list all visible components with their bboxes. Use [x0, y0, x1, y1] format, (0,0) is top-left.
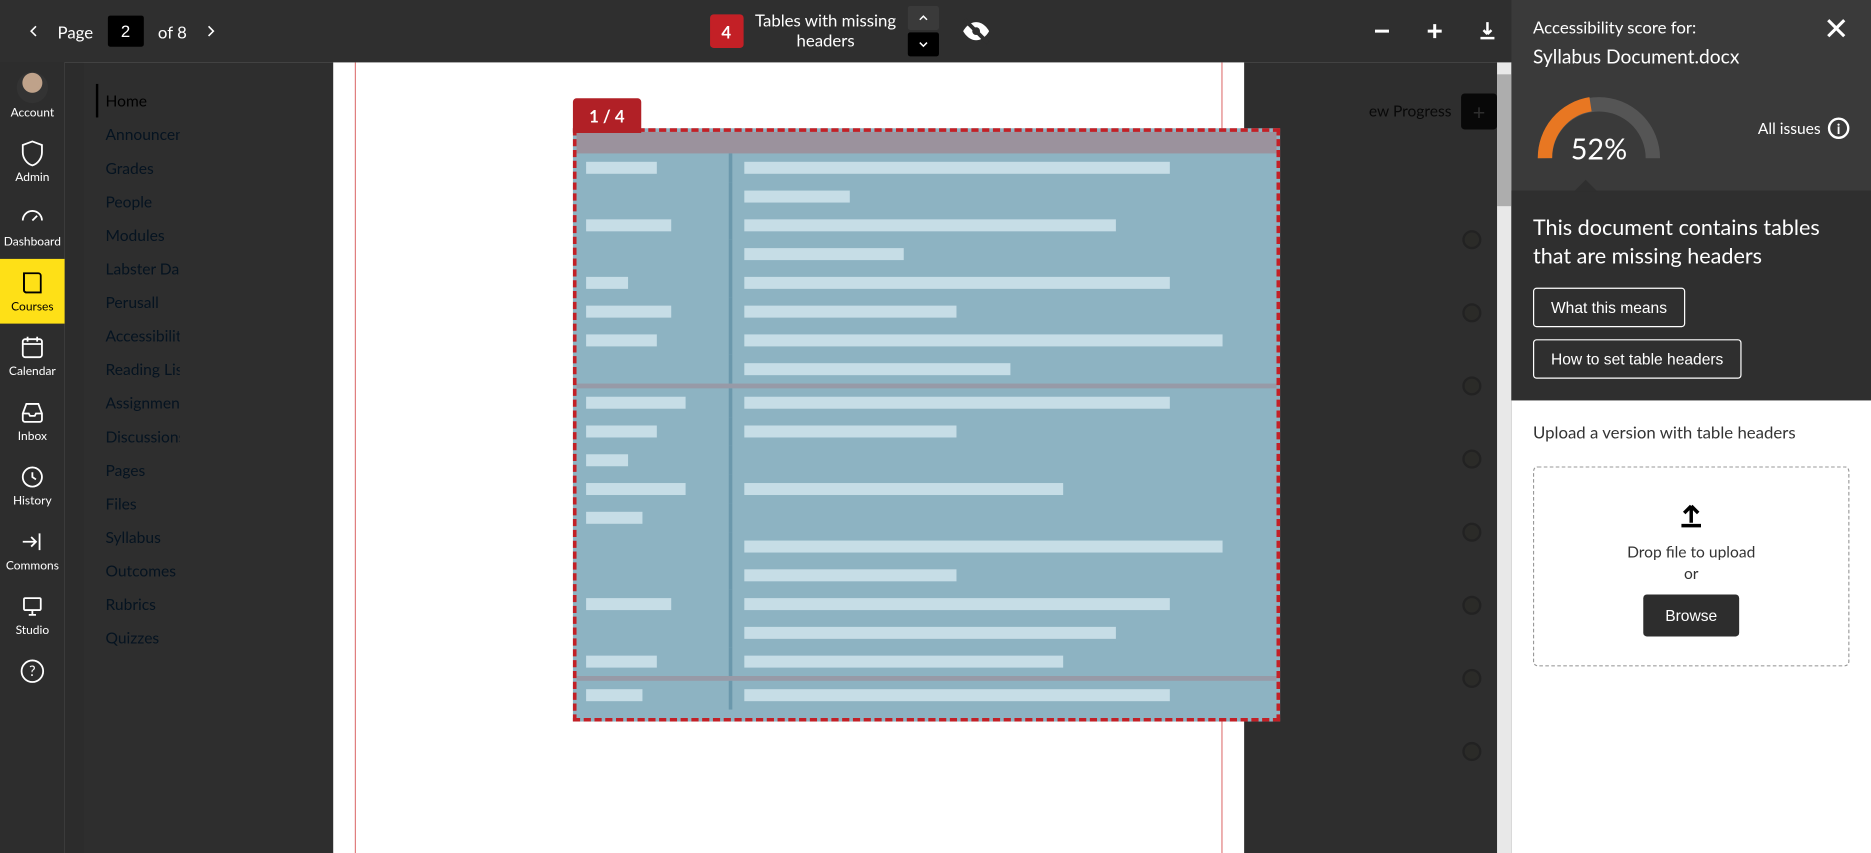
or-text: or	[1546, 563, 1836, 582]
studio-icon	[18, 592, 47, 621]
nav-label: Admin	[15, 170, 49, 184]
nav-admin[interactable]: Admin	[0, 129, 65, 194]
info-icon: i	[1828, 117, 1850, 139]
score-value: 52%	[1571, 132, 1627, 167]
upload-icon	[1546, 496, 1836, 530]
chevron-up-icon	[917, 11, 931, 25]
hide-highlights-icon[interactable]	[961, 16, 992, 47]
drop-text: Drop file to upload	[1546, 541, 1836, 560]
speedometer-icon	[18, 204, 47, 233]
upload-section-title: Upload a version with table headers	[1533, 421, 1849, 441]
close-icon[interactable]: ✕	[1823, 17, 1849, 39]
avatar-icon	[17, 72, 48, 103]
what-this-means-button[interactable]: What this means	[1533, 287, 1685, 327]
page-navigation: Page of 8	[24, 16, 220, 47]
nav-dashboard[interactable]: Dashboard	[0, 194, 65, 259]
global-nav: Account Admin Dashboard Courses Calendar…	[0, 0, 65, 853]
nav-label: Courses	[11, 300, 53, 314]
panel-title: Accessibility score for:	[1533, 17, 1696, 37]
calendar-icon	[18, 333, 47, 362]
nav-inbox[interactable]: Inbox	[0, 388, 65, 453]
nav-history[interactable]: History	[0, 453, 65, 518]
scroll-thumb[interactable]	[1497, 74, 1511, 206]
next-page-icon[interactable]	[201, 22, 220, 41]
prev-page-icon[interactable]	[24, 22, 43, 41]
clock-icon	[18, 463, 47, 492]
score-gauge: 52%	[1533, 92, 1665, 164]
chevron-down-icon	[917, 37, 931, 51]
nav-studio[interactable]: Studio	[0, 583, 65, 648]
nav-label: Studio	[16, 623, 50, 637]
scrollbar[interactable]	[1497, 62, 1511, 853]
nav-label: Calendar	[9, 364, 56, 378]
issue-description: This document contains tables that are m…	[1533, 212, 1849, 270]
nav-label: Inbox	[18, 429, 47, 443]
nav-help[interactable]: ?	[0, 647, 65, 695]
nav-label: Account	[11, 105, 55, 119]
prev-issue-button[interactable]	[908, 6, 939, 30]
all-issues-link[interactable]: All issues i	[1758, 117, 1850, 139]
book-icon	[18, 268, 47, 297]
page-label: Page	[58, 21, 94, 41]
issue-title: Tables with missing headers	[755, 11, 896, 51]
issue-position-badge: 1 / 4	[572, 98, 641, 133]
issue-count-badge: 4	[709, 14, 743, 48]
page-input[interactable]	[108, 16, 144, 47]
document-preview: 1 / 4	[65, 62, 1512, 853]
of-label: of 8	[158, 21, 187, 41]
nav-label: Commons	[6, 559, 59, 573]
issue-nav-group: 4 Tables with missing headers	[709, 6, 992, 56]
help-icon: ?	[18, 657, 47, 686]
svg-text:?: ?	[29, 663, 35, 680]
nav-label: Dashboard	[4, 235, 61, 249]
zoom-in-icon[interactable]	[1423, 19, 1447, 43]
share-icon	[18, 527, 47, 556]
issue-nav-chevrons	[908, 6, 939, 56]
zoom-tools	[1370, 19, 1499, 43]
inbox-icon	[18, 398, 47, 427]
table-issue-highlight[interactable]	[572, 128, 1279, 721]
nav-commons[interactable]: Commons	[0, 518, 65, 583]
nav-courses[interactable]: Courses	[0, 259, 65, 324]
nav-account[interactable]: Account	[0, 62, 65, 129]
zoom-out-icon[interactable]	[1370, 19, 1394, 43]
panel-filename: Syllabus Document.docx	[1533, 46, 1849, 69]
browse-button[interactable]: Browse	[1644, 594, 1739, 636]
all-issues-label: All issues	[1758, 119, 1821, 138]
upload-dropzone[interactable]: Drop file to upload or Browse	[1533, 466, 1849, 666]
shield-icon	[18, 139, 47, 168]
nav-label: History	[13, 494, 52, 508]
accessibility-panel: Accessibility score for: ✕ Syllabus Docu…	[1511, 0, 1871, 853]
nav-calendar[interactable]: Calendar	[0, 324, 65, 389]
margin-guide	[354, 62, 355, 853]
next-issue-button[interactable]	[908, 32, 939, 56]
how-to-fix-button[interactable]: How to set table headers	[1533, 339, 1741, 379]
download-icon[interactable]	[1475, 19, 1499, 43]
